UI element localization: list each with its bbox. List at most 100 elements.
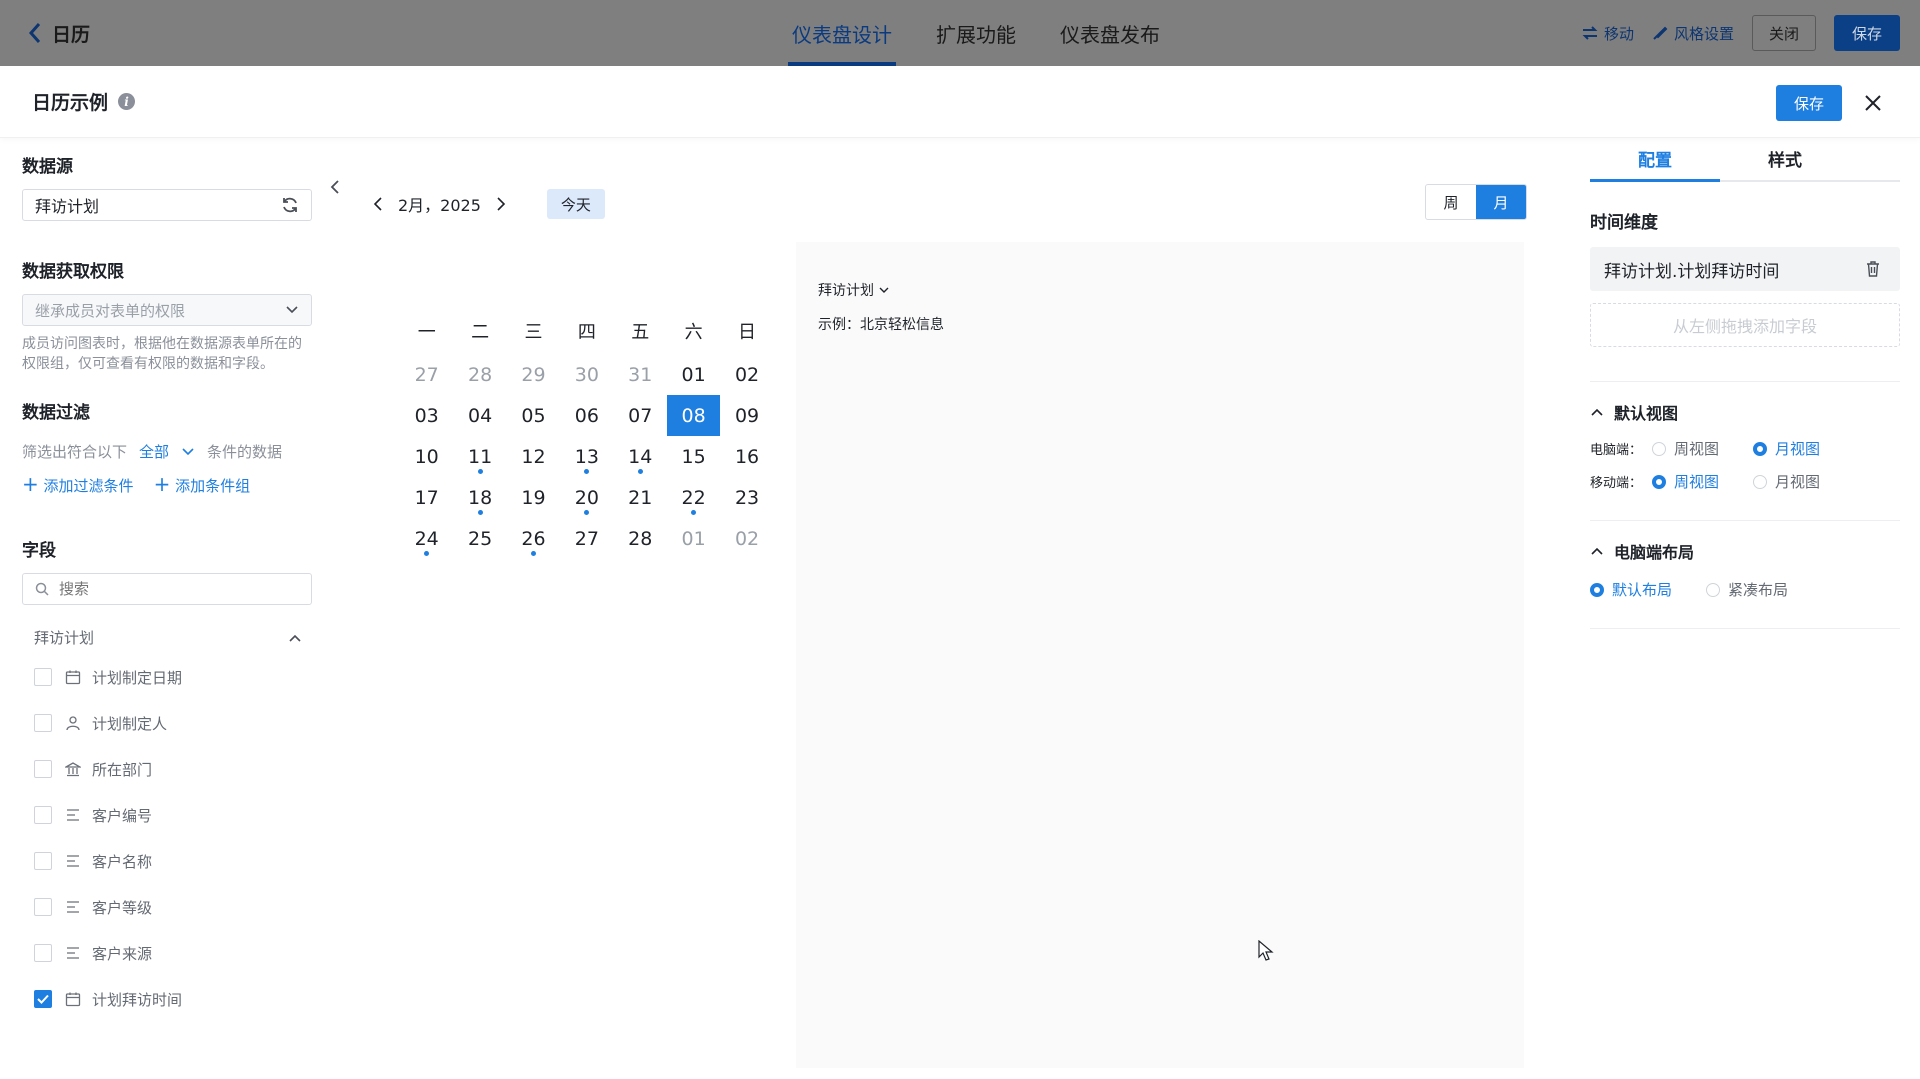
chevron-up-icon [1591,408,1603,416]
day-cell[interactable]: 31 [614,354,667,395]
back-button[interactable]: 日历 [28,18,90,48]
save-dashboard-button[interactable]: 保存 [1833,15,1900,51]
day-cell[interactable]: 17 [400,477,453,518]
day-cell[interactable]: 02 [720,354,773,395]
day-cell[interactable]: 28 [614,518,667,559]
add-filter-button[interactable]: + 添加过滤条件 [22,472,134,496]
today-button[interactable]: 今天 [546,189,605,219]
day-cell[interactable]: 01 [667,518,720,559]
day-number: 21 [628,486,653,509]
field-search[interactable] [22,573,312,605]
pc-layout-title: 电脑端布局 [1614,543,1695,562]
mobile-week-view-radio[interactable]: 周视图 [1652,471,1719,492]
day-cell[interactable]: 22 [667,477,720,518]
day-cell[interactable]: 28 [453,354,506,395]
calendar-grid: 一 二 三 四 五 六 日 27 28 29 30 31 01 02 03 04 05 06 07 08 09 10 11… [400,316,774,559]
style-settings-button[interactable]: 风格设置 [1652,23,1734,44]
field-group-header[interactable]: 拜访计划 [22,627,312,648]
field-checkbox[interactable] [34,852,52,870]
day-cell[interactable]: 18 [453,477,506,518]
field-checkbox[interactable] [34,944,52,962]
pc-layout-section[interactable]: 电脑端布局 [1590,539,1900,563]
tab-dashboard-design[interactable]: 仪表盘设计 [770,0,914,66]
event-group-select[interactable]: 拜访计划 [818,280,890,300]
collapse-left-panel-button[interactable] [320,152,350,222]
day-cell[interactable]: 21 [614,477,667,518]
field-item[interactable]: 计划制定日期 [22,654,312,700]
field-checkbox[interactable] [34,990,52,1008]
time-dimension-field[interactable]: 拜访计划.计划拜访时间 [1590,247,1900,291]
day-cell[interactable]: 02 [720,518,773,559]
tab-extensions[interactable]: 扩展功能 [914,0,1038,66]
datasource-select[interactable]: 拜访计划 [22,189,312,221]
next-month-icon[interactable] [495,196,507,212]
month-view-button[interactable]: 月 [1476,185,1526,219]
field-checkbox[interactable] [34,668,52,686]
day-cell[interactable]: 07 [614,395,667,436]
event-item[interactable]: 示例：北京轻松信息 [818,314,944,334]
day-cell[interactable]: 20 [560,477,613,518]
day-cell[interactable]: 27 [560,518,613,559]
move-button[interactable]: 移动 [1582,23,1634,44]
tab-style[interactable]: 样式 [1720,146,1850,180]
close-icon[interactable] [1860,90,1886,116]
tab-config[interactable]: 配置 [1590,146,1720,182]
day-cell[interactable]: 03 [400,395,453,436]
field-item[interactable]: 计划拜访时间 [22,976,312,1022]
mouse-cursor-icon [1258,940,1274,961]
close-editor-button[interactable]: 关闭 [1751,15,1816,51]
day-cell[interactable]: 27 [400,354,453,395]
radio-circle [1706,582,1721,597]
day-cell[interactable]: 06 [560,395,613,436]
field-drop-zone[interactable]: 从左侧拖拽添加字段 [1590,303,1900,347]
day-cell[interactable]: 05 [507,395,560,436]
chevron-down-icon[interactable] [181,447,195,457]
default-layout-radio[interactable]: 默认布局 [1590,579,1672,600]
mobile-month-view-radio[interactable]: 月视图 [1753,471,1820,492]
default-view-section[interactable]: 默认视图 [1590,400,1900,424]
day-cell[interactable]: 23 [720,477,773,518]
field-item[interactable]: 客户来源 [22,930,312,976]
day-cell[interactable]: 10 [400,436,453,477]
field-checkbox[interactable] [34,760,52,778]
permission-select[interactable]: 继承成员对表单的权限 [22,294,312,326]
day-cell[interactable]: 19 [507,477,560,518]
pc-week-view-radio[interactable]: 周视图 [1652,438,1719,459]
field-item[interactable]: 客户等级 [22,884,312,930]
field-checkbox[interactable] [34,898,52,916]
filter-mode-select[interactable]: 全部 [139,441,169,462]
field-item[interactable]: 所在部门 [22,746,312,792]
week-view-button[interactable]: 周 [1426,185,1476,219]
field-checkbox[interactable] [34,806,52,824]
day-cell[interactable]: 25 [453,518,506,559]
day-cell[interactable]: 15 [667,436,720,477]
day-cell[interactable]: 12 [507,436,560,477]
day-cell[interactable]: 24 [400,518,453,559]
field-item[interactable]: 计划制定人 [22,700,312,746]
day-cell[interactable]: 04 [453,395,506,436]
day-cell[interactable]: 09 [720,395,773,436]
refresh-icon[interactable] [281,196,299,214]
day-cell[interactable]: 11 [453,436,506,477]
day-cell[interactable]: 29 [507,354,560,395]
day-cell[interactable]: 30 [560,354,613,395]
compact-layout-radio[interactable]: 紧凑布局 [1706,579,1788,600]
day-cell[interactable]: 13 [560,436,613,477]
info-icon[interactable]: i [118,93,136,110]
field-item[interactable]: 客户编号 [22,792,312,838]
selected-day-cell[interactable]: 08 [666,395,721,436]
pc-month-view-radio[interactable]: 月视图 [1753,438,1820,459]
trash-icon[interactable] [1866,261,1880,277]
tab-dashboard-publish[interactable]: 仪表盘发布 [1038,0,1182,66]
prev-month-icon[interactable] [372,196,384,212]
field-checkbox[interactable] [34,714,52,732]
field-item[interactable]: 客户名称 [22,838,312,884]
day-cell[interactable]: 14 [614,436,667,477]
modal-save-button[interactable]: 保存 [1776,85,1842,121]
field-search-input[interactable] [59,580,279,598]
add-group-button[interactable]: + 添加条件组 [154,472,251,496]
add-filter-label: 添加过滤条件 [43,477,134,495]
day-cell[interactable]: 16 [720,436,773,477]
day-cell[interactable]: 26 [507,518,560,559]
day-cell[interactable]: 01 [667,354,720,395]
